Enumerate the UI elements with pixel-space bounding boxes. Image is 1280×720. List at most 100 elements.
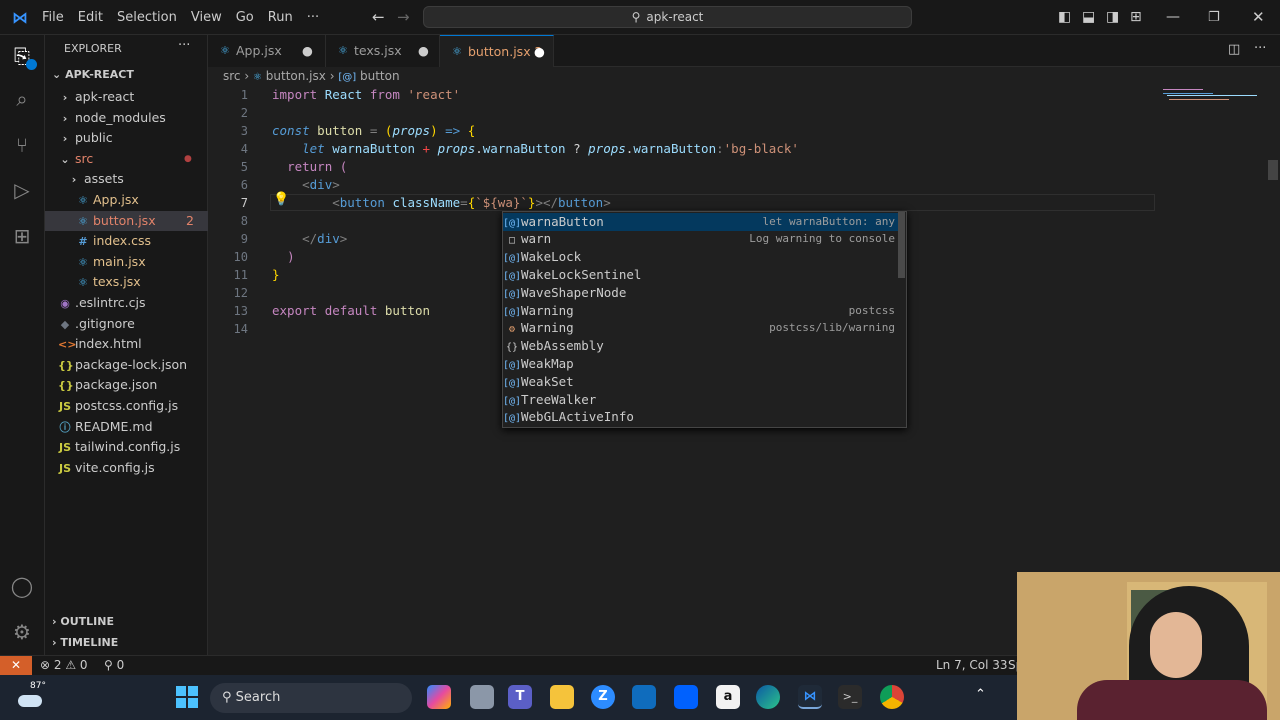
vscode-icon[interactable]: ⋈ <box>798 685 822 709</box>
ports-indicator[interactable]: ⚲ 0 <box>104 656 124 675</box>
chrome-icon[interactable] <box>880 685 904 709</box>
account-icon[interactable]: ◯ <box>10 574 34 598</box>
more-actions-icon[interactable]: ··· <box>1254 41 1266 56</box>
search-icon: ⚲ <box>631 10 641 24</box>
tree-item-main-jsx[interactable]: ⚛ main.jsx <box>45 252 208 272</box>
tree-item-texs-jsx[interactable]: ⚛ texs.jsx <box>45 272 208 292</box>
tree-item-button-jsx[interactable]: ⚛ button.jsx 2 <box>45 210 208 231</box>
cursor-position[interactable]: Ln 7, Col 33 <box>936 656 1008 675</box>
tree-item-label: App.jsx <box>93 192 139 207</box>
suggestion-item[interactable]: [@]WakeLockSentinel <box>503 266 901 284</box>
suggestion-item[interactable]: {} WebAssembly <box>503 337 901 355</box>
code-line-4: let warnaButton + props.warnaButton ? pr… <box>302 141 799 156</box>
tree-item-package-json[interactable]: {}package.json <box>45 375 208 395</box>
run-debug-icon[interactable]: ▷ <box>10 178 34 202</box>
source-control-icon[interactable]: ⑂ <box>10 133 34 157</box>
tree-item-tailwind-config-js[interactable]: JS tailwind.config.js <box>45 437 208 457</box>
remote-indicator[interactable]: ✕ <box>0 656 32 675</box>
command-center[interactable]: ⚲ apk-react <box>423 6 912 28</box>
tree-item-gitignore[interactable]: ◆ .gitignore <box>45 314 208 334</box>
breadcrumb-src[interactable]: src <box>223 69 241 83</box>
tree-item-src[interactable]: ⌄ src ● <box>45 149 208 169</box>
menu-file[interactable]: File <box>42 10 64 25</box>
search-icon[interactable]: ⌕ <box>10 87 34 111</box>
tree-item-public[interactable]: › public <box>45 128 208 148</box>
outline-section[interactable]: › OUTLINE <box>52 615 114 628</box>
suggestion-item[interactable]: [@]Warning postcss <box>503 302 901 320</box>
tab-app-jsx[interactable]: ⚛ App.jsx ● <box>208 35 326 67</box>
suggestion-item[interactable]: [@]WeakMap <box>503 355 901 373</box>
menu-go[interactable]: Go <box>236 10 254 25</box>
menu-run[interactable]: Run <box>268 10 293 25</box>
scrollbar[interactable] <box>1268 160 1278 180</box>
terminal-icon[interactable]: >_ <box>838 685 862 709</box>
menu-edit[interactable]: Edit <box>78 10 103 25</box>
json-file-icon: {} <box>58 358 74 372</box>
project-header[interactable]: ⌄ APK-REACT <box>52 68 134 81</box>
minimize-button[interactable]: — <box>1166 9 1180 25</box>
settings-gear-icon[interactable]: ⚙ <box>10 620 34 644</box>
suggestion-item[interactable]: [@]WeakSet <box>503 373 901 391</box>
teams-icon[interactable]: T <box>508 685 532 709</box>
edge-icon[interactable] <box>756 685 780 709</box>
more-actions-icon[interactable]: ··· <box>178 38 190 53</box>
forward-arrow-icon[interactable]: → <box>397 8 410 26</box>
close-button[interactable]: ✕ <box>1252 8 1265 26</box>
restore-button[interactable]: ❐ <box>1208 10 1220 25</box>
folder-icon: › <box>62 111 68 125</box>
tree-item-package-lock-json[interactable]: {}package-lock.json <box>45 355 208 375</box>
minimap[interactable] <box>1163 87 1263 107</box>
breadcrumb-symbol[interactable]: button <box>360 69 400 83</box>
weather-widget[interactable]: 87° <box>18 681 48 715</box>
tree-item-label: .eslintrc.cjs <box>75 295 146 310</box>
problems-indicator[interactable]: ⊗ 2 ⚠ 0 <box>40 656 88 675</box>
tree-item-label: tailwind.config.js <box>75 439 181 455</box>
chevron-up-icon[interactable]: ⌃ <box>975 687 986 702</box>
task-view-icon[interactable] <box>470 685 494 709</box>
line-number: 6 <box>240 178 248 192</box>
extensions-icon[interactable]: ⊞ <box>10 224 34 248</box>
suggestion-item[interactable]: [@]WebGLActiveInfo <box>503 408 901 426</box>
tree-item-eslintrc-cjs[interactable]: ◉ .eslintrc.cjs <box>45 293 208 313</box>
suggest-scrollbar[interactable] <box>898 212 905 278</box>
tree-item-index-html[interactable]: <>index.html <box>45 334 208 354</box>
layout-secondary-icon[interactable]: ◨ <box>1106 9 1119 25</box>
dropbox-icon[interactable] <box>674 685 698 709</box>
tree-item-apk-react[interactable]: › apk-react <box>45 87 208 107</box>
tree-item-label: index.html <box>75 336 142 352</box>
tree-item-readme-md[interactable]: ⓘ README.md <box>45 417 208 437</box>
copilot-icon[interactable] <box>427 685 451 709</box>
start-button[interactable] <box>176 686 198 708</box>
timeline-section[interactable]: › TIMELINE <box>52 636 118 649</box>
suggestion-item[interactable]: [@]WaveShaperNode <box>503 284 901 302</box>
breadcrumb-file[interactable]: button.jsx <box>266 69 326 83</box>
menu-view[interactable]: View <box>191 10 222 25</box>
menu-more[interactable]: ··· <box>307 10 319 25</box>
customize-layout-icon[interactable]: ⊞ <box>1130 9 1142 25</box>
folder-icon: › <box>62 91 68 104</box>
tree-item-postcss-config-js[interactable]: JS postcss.config.js <box>45 396 208 416</box>
suggestion-item[interactable]: [@]WakeLock <box>503 248 901 266</box>
suggestion-item[interactable]: □ warn Log warning to console <box>503 230 901 248</box>
file-explorer-icon[interactable] <box>550 685 574 709</box>
suggestion-item[interactable]: [@]warnaButton let warnaButton: any <box>503 212 901 231</box>
suggestion-item[interactable]: ⚙ Warning postcss/lib/warning <box>503 319 901 337</box>
taskbar-search[interactable]: ⚲ Search <box>210 683 412 713</box>
layout-panel-icon[interactable]: ⬓ <box>1082 9 1095 25</box>
tree-item-vite-config-js[interactable]: JS vite.config.js <box>45 458 208 478</box>
store-icon[interactable] <box>632 685 656 709</box>
menu-selection[interactable]: Selection <box>117 10 177 25</box>
tree-item-assets[interactable]: › assets <box>45 169 208 189</box>
tree-item-node-modules[interactable]: › node_modules <box>45 108 208 128</box>
back-arrow-icon[interactable]: ← <box>372 8 385 26</box>
zoom-icon[interactable]: Z <box>591 685 615 709</box>
suggestion-item[interactable]: [@]TreeWalker <box>503 391 901 409</box>
tab-texs-jsx[interactable]: ⚛ texs.jsx ● <box>326 35 440 67</box>
tree-item-index-css[interactable]: # index.css <box>45 231 208 251</box>
code-line-1: import React from 'react' <box>272 87 461 102</box>
split-editor-icon[interactable]: ◫ <box>1228 42 1240 57</box>
layout-sidebar-icon[interactable]: ◧ <box>1058 9 1071 25</box>
tab-button-jsx[interactable]: ⚛ button.jsx 2 ● <box>440 35 554 67</box>
tree-item-app-jsx[interactable]: ⚛ App.jsx <box>45 190 208 210</box>
amazon-icon[interactable]: a <box>716 685 740 709</box>
